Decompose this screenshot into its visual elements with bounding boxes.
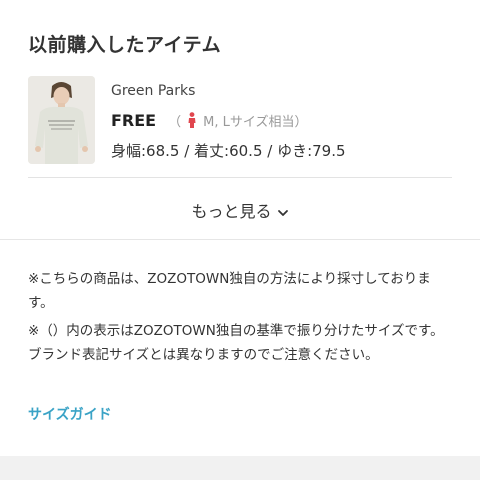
size-note-text: M, Lサイズ相当） <box>203 114 308 130</box>
purchased-items-card: 以前購入したアイテム Green Parks FREE （ M, Lサイズ相当）… <box>0 0 480 456</box>
section-divider <box>0 239 480 240</box>
size-note-open-paren: （ <box>168 114 182 130</box>
section-title: 以前購入したアイテム <box>28 34 222 56</box>
chevron-down-icon <box>277 204 289 216</box>
size-guide-link[interactable]: サイズガイド <box>28 404 112 424</box>
item-brand: Green Parks <box>111 83 196 99</box>
person-icon <box>187 112 197 128</box>
measurement-method-note: ※こちらの商品は、ZOZOTOWN独自の方法により採寸しております。 <box>28 271 431 311</box>
item-measurements: 身幅:68.5 / 着丈:60.5 / ゆき:79.5 <box>111 142 346 160</box>
purchased-item-row[interactable]: Green Parks FREE （ M, Lサイズ相当） 身幅:68.5 / … <box>28 76 452 166</box>
size-classification-note: ※（）内の表示はZOZOTOWN独自の基準で振り分けたサイズです。ブランド表記サ… <box>28 323 444 363</box>
item-size-line: FREE （ M, Lサイズ相当） <box>111 109 307 131</box>
item-size-note: （ M, Lサイズ相当） <box>168 111 307 130</box>
divider <box>28 177 452 178</box>
item-size-name: FREE <box>111 110 157 130</box>
show-more-label: もっと見る <box>191 202 272 221</box>
show-more-button[interactable]: もっと見る <box>0 196 480 224</box>
item-thumbnail[interactable] <box>28 76 95 164</box>
